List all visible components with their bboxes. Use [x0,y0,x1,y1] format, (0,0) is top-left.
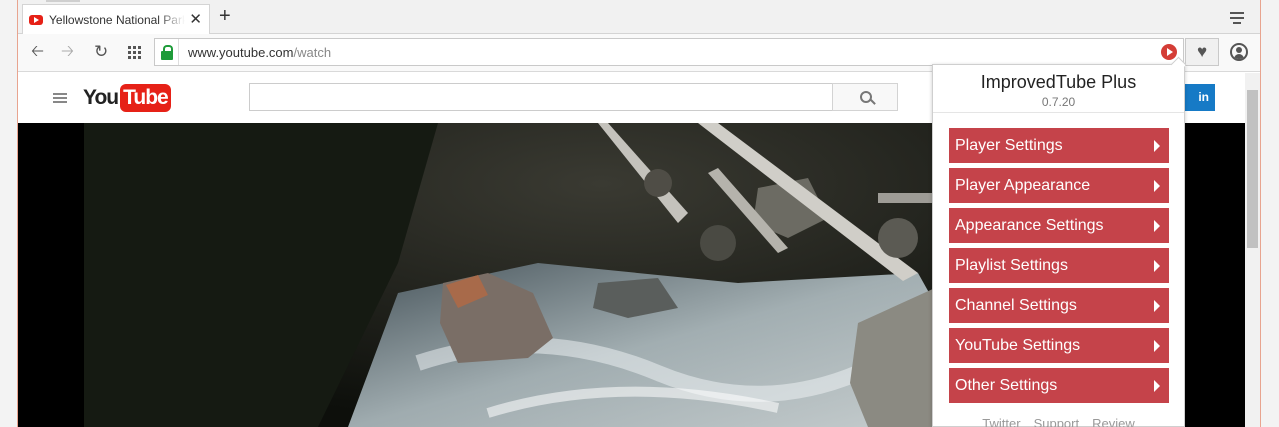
hamburger-menu-icon[interactable] [53,93,67,105]
menu-item-channel-settings[interactable]: Channel Settings [949,288,1169,323]
desktop-right-edge [1261,0,1279,427]
menu-item-youtube-settings[interactable]: YouTube Settings [949,328,1169,363]
lock-icon[interactable] [155,39,179,65]
chevron-right-icon [1154,140,1160,152]
menu-item-other-settings[interactable]: Other Settings [949,368,1169,403]
browser-window: Yellowstone National Park ✕ + 🡠 🡢 ↻ www.… [17,0,1261,427]
tab-strip: Yellowstone National Park ✕ + [18,0,1260,35]
user-profile-icon[interactable] [1230,43,1248,61]
youtube-logo[interactable]: You Tube [83,83,171,113]
url-text[interactable]: www.youtube.com/watch [188,45,331,60]
menu-item-player-settings[interactable]: Player Settings [949,128,1169,163]
improvedtube-popup: ImprovedTube Plus 0.7.20 Player Settings… [932,56,1187,427]
popup-title: ImprovedTube Plus [980,72,1137,92]
tab-title: Yellowstone National Park [49,13,185,27]
new-tab-button[interactable]: + [219,6,231,26]
chevron-right-icon [1154,180,1160,192]
menu-item-player-appearance[interactable]: Player Appearance [949,168,1169,203]
page-scrollbar[interactable] [1245,73,1260,427]
apps-grid-icon[interactable] [128,46,141,59]
back-arrow-icon[interactable]: 🡠 [31,43,44,61]
popup-footer: Twitter Support Review [933,416,1184,427]
chevron-right-icon [1154,260,1160,272]
heart-icon[interactable]: ♥ [1185,38,1219,66]
address-bar[interactable]: www.youtube.com/watch [154,38,1184,66]
chevron-right-icon [1154,220,1160,232]
tab-menu-icon[interactable] [1230,12,1244,27]
chevron-right-icon [1154,300,1160,312]
menu-item-appearance-settings[interactable]: Appearance Settings [949,208,1169,243]
menu-item-playlist-settings[interactable]: Playlist Settings [949,248,1169,283]
scrollbar-thumb[interactable] [1247,90,1258,248]
search-icon[interactable] [832,83,898,111]
chevron-right-icon [1154,340,1160,352]
search-input[interactable] [249,83,833,111]
twitter-link[interactable]: Twitter [982,416,1020,427]
improvedtube-extension-icon[interactable] [1161,44,1177,60]
review-link[interactable]: Review [1092,416,1135,427]
youtube-favicon-icon [29,15,43,25]
reload-icon[interactable]: ↻ [94,43,108,61]
forward-arrow-icon[interactable]: 🡢 [61,43,74,61]
support-link[interactable]: Support [1034,416,1080,427]
close-tab-icon[interactable]: ✕ [189,12,202,27]
tab-yellowstone[interactable]: Yellowstone National Park ✕ [22,4,210,35]
chevron-right-icon [1154,380,1160,392]
settings-menu: Player Settings Player Appearance Appear… [949,128,1169,408]
popup-divider [933,112,1184,113]
popup-version: 0.7.20 [1041,95,1076,109]
desktop-left-edge [0,0,17,427]
